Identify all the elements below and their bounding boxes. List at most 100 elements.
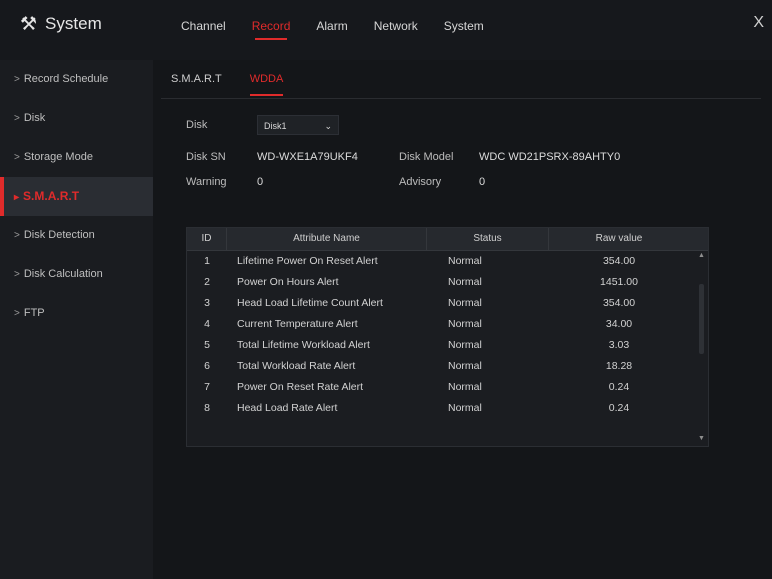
cell-attribute-name: Total Lifetime Workload Alert xyxy=(237,339,370,351)
scroll-down-icon[interactable]: ▼ xyxy=(698,435,705,442)
chevron-right-icon: > xyxy=(14,308,20,319)
sidebar-item-record-schedule[interactable]: > Record Schedule xyxy=(0,60,153,99)
disk-model-value: WDC WD21PSRX-89AHTY0 xyxy=(479,151,621,163)
cell-id: 7 xyxy=(204,381,210,393)
cell-attribute-name: Power On Hours Alert xyxy=(237,276,339,288)
cell-status: Normal xyxy=(448,360,482,372)
sidebar-item-disk[interactable]: > Disk xyxy=(0,99,153,138)
disk-sn-value: WD-WXE1A79UKF4 xyxy=(257,151,358,163)
sidebar-item-label: S.M.A.R.T xyxy=(23,189,80,203)
cell-raw-value: 18.28 xyxy=(605,360,633,372)
main-panel: S.M.A.R.T WDDA Disk Disk1 ⌄ Disk SN WD-W… xyxy=(153,60,772,579)
chevron-right-icon: > xyxy=(14,152,20,163)
cell-status: Normal xyxy=(448,255,482,267)
sidebar-item-label: Disk Calculation xyxy=(23,268,103,280)
table-row[interactable]: 6 Total Workload Rate Alert Normal 18.28 xyxy=(187,356,708,377)
cell-id: 2 xyxy=(204,276,210,288)
column-header-id: ID xyxy=(187,228,227,250)
chevron-right-icon: > xyxy=(14,74,20,85)
advisory-value: 0 xyxy=(479,176,486,188)
cell-status: Normal xyxy=(448,381,482,393)
sidebar-item-label: Record Schedule xyxy=(23,73,109,85)
cell-status: Normal xyxy=(448,318,482,330)
chevron-right-icon: ▸ xyxy=(14,192,20,203)
table-row[interactable]: 7 Power On Reset Rate Alert Normal 0.24 xyxy=(187,377,708,398)
disk-select-value: Disk1 xyxy=(264,121,287,131)
sidebar-item-smart[interactable]: ▸ S.M.A.R.T xyxy=(0,177,153,216)
app-title-text: System xyxy=(45,14,102,33)
cell-raw-value: 0.24 xyxy=(608,381,630,393)
chevron-right-icon: > xyxy=(14,230,20,241)
scroll-up-icon[interactable]: ▲ xyxy=(698,252,705,259)
table-row[interactable]: 2 Power On Hours Alert Normal 1451.00 xyxy=(187,272,708,293)
tab-smart[interactable]: S.M.A.R.T xyxy=(161,68,232,98)
cell-id: 8 xyxy=(204,402,210,414)
table-row[interactable]: 4 Current Temperature Alert Normal 34.00 xyxy=(187,314,708,335)
cell-attribute-name: Head Load Lifetime Count Alert xyxy=(237,297,383,309)
sidebar-item-label: Storage Mode xyxy=(23,151,93,163)
top-nav: Channel Record Alarm Network System xyxy=(170,0,499,60)
cell-raw-value: 354.00 xyxy=(602,255,636,267)
cell-raw-value: 3.03 xyxy=(608,339,630,351)
cell-id: 5 xyxy=(204,339,210,351)
tab-system[interactable]: System xyxy=(433,0,495,60)
table-header: ID Attribute Name Status Raw value xyxy=(187,228,708,251)
close-icon[interactable]: X xyxy=(753,14,764,32)
cell-id: 1 xyxy=(204,255,210,267)
table-row[interactable]: 5 Total Lifetime Workload Alert Normal 3.03 xyxy=(187,335,708,356)
disk-sn-label: Disk SN xyxy=(186,151,226,163)
cell-status: Normal xyxy=(448,276,482,288)
sidebar-item-label: Disk xyxy=(23,112,46,124)
tools-icon: ⚒ xyxy=(20,13,38,35)
warning-value: 0 xyxy=(257,176,264,188)
cell-attribute-name: Head Load Rate Alert xyxy=(237,402,338,414)
cell-raw-value: 1451.00 xyxy=(600,276,638,288)
table-row[interactable]: 8 Head Load Rate Alert Normal 0.24 xyxy=(187,398,708,419)
advisory-label: Advisory xyxy=(399,176,442,188)
chevron-right-icon: > xyxy=(14,269,20,280)
table-row[interactable]: 3 Head Load Lifetime Count Alert Normal 354… xyxy=(187,293,708,314)
app-title: ⚒ System xyxy=(20,14,102,34)
chevron-right-icon: > xyxy=(14,113,20,124)
column-header-raw-value: Raw value xyxy=(595,233,643,244)
sub-tabs: S.M.A.R.T WDDA xyxy=(161,68,761,99)
disk-model-label: Disk Model xyxy=(399,151,454,163)
cell-attribute-name: Total Workload Rate Alert xyxy=(237,360,356,372)
cell-id: 6 xyxy=(204,360,210,372)
cell-id: 3 xyxy=(204,297,210,309)
tab-record[interactable]: Record xyxy=(241,0,302,60)
tab-alarm[interactable]: Alarm xyxy=(305,0,358,60)
cell-raw-value: 0.24 xyxy=(608,402,630,414)
sidebar-item-disk-calculation[interactable]: > Disk Calculation xyxy=(0,255,153,294)
top-bar: ⚒ System Channel Record Alarm Network Sy… xyxy=(0,0,772,60)
table-scrollbar[interactable]: ▲ ▼ xyxy=(698,252,705,442)
cell-attribute-name: Lifetime Power On Reset Alert xyxy=(237,255,378,267)
table-body: 1 Lifetime Power On Reset Alert Normal 354.… xyxy=(187,251,708,419)
cell-attribute-name: Current Temperature Alert xyxy=(237,318,358,330)
disk-label: Disk xyxy=(186,119,208,131)
cell-attribute-name: Power On Reset Rate Alert xyxy=(237,381,364,393)
cell-status: Normal xyxy=(448,297,482,309)
cell-raw-value: 34.00 xyxy=(605,318,633,330)
disk-select[interactable]: Disk1 ⌄ xyxy=(257,115,339,135)
column-header-status: Status xyxy=(427,228,549,250)
sidebar: > Record Schedule > Disk > Storage Mode ▸ S.… xyxy=(0,60,153,579)
smart-attributes-table: ID Attribute Name Status Raw value 1 Life… xyxy=(186,227,709,447)
sidebar-item-label: Disk Detection xyxy=(23,229,95,241)
scrollbar-thumb[interactable] xyxy=(699,284,704,354)
column-header-attribute-name: Attribute Name xyxy=(227,228,427,250)
tab-network[interactable]: Network xyxy=(363,0,429,60)
table-row[interactable]: 1 Lifetime Power On Reset Alert Normal 354.… xyxy=(187,251,708,272)
cell-status: Normal xyxy=(448,402,482,414)
warning-label: Warning xyxy=(186,176,227,188)
tab-wdda[interactable]: WDDA xyxy=(240,68,294,98)
cell-status: Normal xyxy=(448,339,482,351)
tab-channel[interactable]: Channel xyxy=(170,0,237,60)
chevron-down-icon: ⌄ xyxy=(324,121,332,131)
sidebar-item-ftp[interactable]: > FTP xyxy=(0,294,153,333)
sidebar-item-disk-detection[interactable]: > Disk Detection xyxy=(0,216,153,255)
sidebar-item-storage-mode[interactable]: > Storage Mode xyxy=(0,138,153,177)
cell-raw-value: 354.00 xyxy=(602,297,636,309)
cell-id: 4 xyxy=(204,318,210,330)
sidebar-item-label: FTP xyxy=(23,307,45,319)
